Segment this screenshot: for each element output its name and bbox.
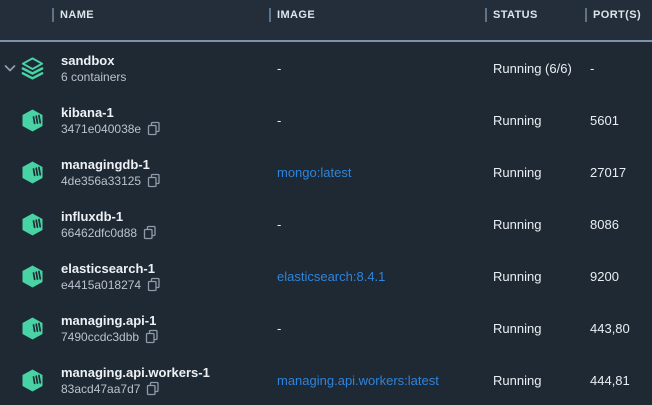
image-link[interactable]: managing.api.workers:latest — [269, 373, 485, 388]
container-id: 3471e040038e — [61, 121, 141, 137]
status-cell: Running — [485, 269, 585, 284]
copy-icon[interactable] — [147, 277, 161, 292]
column-header-image: IMAGE — [269, 8, 485, 22]
name-cell: kibana-1 3471e040038e — [0, 104, 269, 137]
column-header-image-label: IMAGE — [277, 9, 315, 21]
image-cell: - — [269, 321, 485, 336]
image-cell: - — [269, 113, 485, 128]
ports-cell: 9200 — [585, 269, 652, 284]
containers-table-body: sandbox 6 containers - Running (6/6) - k… — [0, 42, 652, 405]
name-cell: elasticsearch-1 e4415a018274 — [0, 260, 269, 293]
copy-icon[interactable] — [147, 173, 161, 188]
status-cell: Running — [485, 373, 585, 388]
status-cell: Running — [485, 217, 585, 232]
copy-icon[interactable] — [146, 381, 160, 396]
container-id: 4de356a33125 — [61, 173, 141, 189]
container-id: e4415a018274 — [61, 277, 141, 293]
container-id: 7490ccdc3dbb — [61, 329, 139, 345]
name-cell: managing.api.workers-1 83acd47aa7d7 — [0, 364, 269, 397]
container-name: managing.api.workers-1 — [61, 364, 210, 381]
ports-cell: - — [585, 61, 652, 76]
container-name: managingdb-1 — [61, 156, 161, 173]
column-header-status-label: STATUS — [493, 9, 538, 21]
container-icon — [20, 160, 45, 185]
container-id: 83acd47aa7d7 — [61, 381, 140, 397]
column-header-ports: PORT(S) — [585, 8, 652, 22]
container-icon — [20, 368, 45, 393]
chevron-down-icon[interactable] — [4, 63, 16, 73]
column-header-name-label: NAME — [60, 9, 94, 21]
table-row-influxdb-1[interactable]: influxdb-1 66462dfc0d88 - Running 8086 — [0, 198, 652, 250]
column-divider — [485, 8, 487, 22]
ports-cell: 443,80 — [585, 321, 652, 336]
ports-cell: 8086 — [585, 217, 652, 232]
chevron-spacer — [4, 323, 16, 333]
column-header-name: NAME — [0, 8, 269, 22]
copy-icon[interactable] — [145, 329, 159, 344]
containers-list-screen: { "colors": { "header_bg": "#232e3a", "b… — [0, 0, 652, 405]
chevron-spacer — [4, 115, 16, 125]
copy-icon[interactable] — [147, 121, 161, 136]
container-icon — [20, 212, 45, 237]
name-cell: managingdb-1 4de356a33125 — [0, 156, 269, 189]
column-header-status: STATUS — [485, 8, 585, 22]
name-cell: sandbox 6 containers — [0, 52, 269, 85]
container-icon — [20, 316, 45, 341]
container-name: sandbox — [61, 52, 126, 69]
container-icon — [20, 108, 45, 133]
chevron-spacer — [4, 167, 16, 177]
table-row-sandbox[interactable]: sandbox 6 containers - Running (6/6) - — [0, 42, 652, 94]
table-row-managing-api-1[interactable]: managing.api-1 7490ccdc3dbb - Running 44… — [0, 302, 652, 354]
table-row-elasticsearch-1[interactable]: elasticsearch-1 e4415a018274 elasticsear… — [0, 250, 652, 302]
chevron-spacer — [4, 375, 16, 385]
column-header-ports-label: PORT(S) — [593, 9, 641, 21]
status-cell: Running — [485, 321, 585, 336]
ports-cell: 444,81 — [585, 373, 652, 388]
column-divider — [269, 8, 271, 22]
image-link[interactable]: elasticsearch:8.4.1 — [269, 269, 485, 284]
column-divider — [52, 8, 54, 22]
table-row-managing-api-workers-1[interactable]: managing.api.workers-1 83acd47aa7d7 mana… — [0, 354, 652, 405]
table-header: NAME IMAGE STATUS PORT(S) — [0, 0, 652, 42]
table-row-managingdb-1[interactable]: managingdb-1 4de356a33125 mongo:latest R… — [0, 146, 652, 198]
image-link[interactable]: mongo:latest — [269, 165, 485, 180]
status-cell: Running — [485, 165, 585, 180]
name-cell: managing.api-1 7490ccdc3dbb — [0, 312, 269, 345]
stack-icon — [20, 56, 45, 81]
container-id: 66462dfc0d88 — [61, 225, 137, 241]
column-divider — [585, 8, 587, 22]
chevron-spacer — [4, 271, 16, 281]
ports-cell: 27017 — [585, 165, 652, 180]
copy-icon[interactable] — [143, 225, 157, 240]
status-cell: Running (6/6) — [485, 61, 585, 76]
container-icon — [20, 264, 45, 289]
status-cell: Running — [485, 113, 585, 128]
name-cell: influxdb-1 66462dfc0d88 — [0, 208, 269, 241]
chevron-spacer — [4, 219, 16, 229]
container-name: influxdb-1 — [61, 208, 157, 225]
container-name: kibana-1 — [61, 104, 161, 121]
container-count: 6 containers — [61, 69, 126, 85]
container-name: managing.api-1 — [61, 312, 159, 329]
image-cell: - — [269, 61, 485, 76]
container-name: elasticsearch-1 — [61, 260, 161, 277]
table-row-kibana-1[interactable]: kibana-1 3471e040038e - Running 5601 — [0, 94, 652, 146]
image-cell: - — [269, 217, 485, 232]
ports-cell: 5601 — [585, 113, 652, 128]
